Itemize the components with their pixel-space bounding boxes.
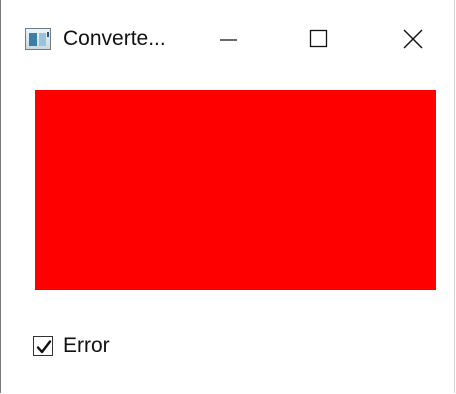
close-button[interactable] bbox=[389, 18, 439, 62]
app-icon-pane-left bbox=[29, 33, 37, 46]
converted-color-rectangle bbox=[35, 90, 436, 290]
error-checkbox[interactable]: Error bbox=[33, 333, 110, 359]
checkmark-icon bbox=[36, 340, 52, 354]
app-window-icon[interactable] bbox=[25, 28, 51, 50]
app-icon-notch bbox=[47, 32, 49, 37]
minimize-icon bbox=[220, 39, 237, 41]
window-content: Error bbox=[1, 80, 454, 393]
close-icon bbox=[403, 29, 423, 49]
maximize-icon bbox=[309, 29, 328, 48]
app-window: Converte... Error bbox=[0, 0, 455, 393]
checkbox-box[interactable] bbox=[33, 336, 53, 356]
minimize-button[interactable] bbox=[201, 18, 251, 62]
checkbox-label: Error bbox=[63, 334, 110, 357]
maximize-button[interactable] bbox=[294, 18, 344, 62]
title-bar[interactable]: Converte... bbox=[1, 0, 454, 80]
window-title: Converte... bbox=[63, 27, 166, 50]
app-icon-pane-right bbox=[39, 33, 46, 46]
